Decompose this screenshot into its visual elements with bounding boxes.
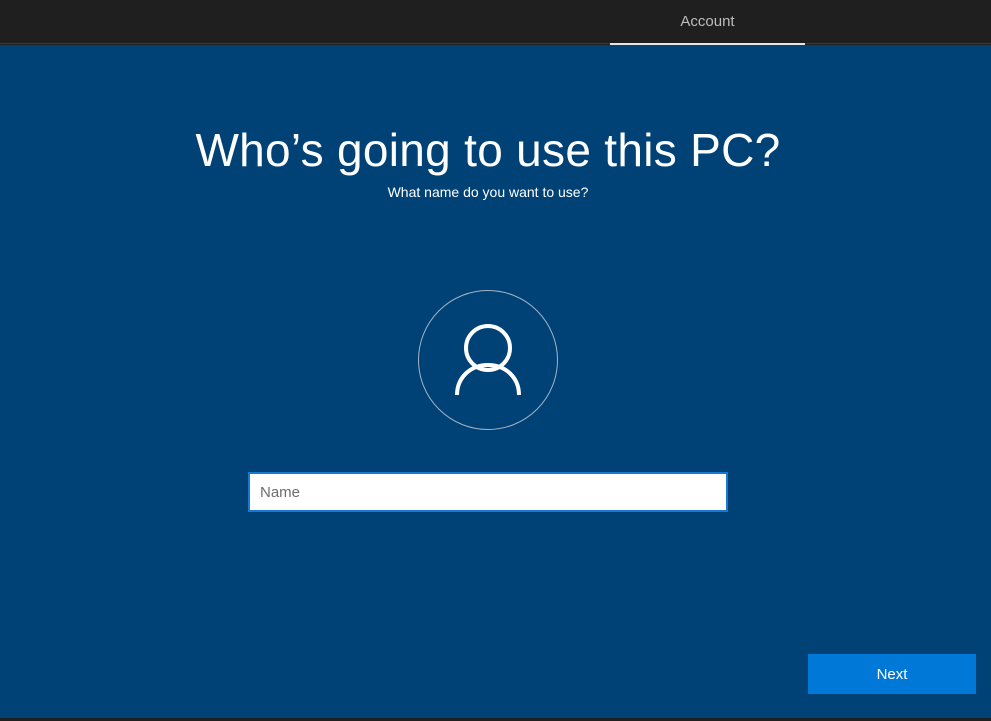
name-input[interactable] xyxy=(248,472,728,512)
top-bar: Account xyxy=(0,0,991,45)
user-icon xyxy=(455,324,521,396)
page-title: Who’s going to use this PC? xyxy=(195,124,781,176)
next-button[interactable]: Next xyxy=(808,654,976,694)
tab-account[interactable]: Account xyxy=(610,0,805,45)
avatar xyxy=(418,290,558,430)
page-subtitle: What name do you want to use? xyxy=(387,184,589,200)
oobe-account-panel: Who’s going to use this PC? What name do… xyxy=(0,45,991,718)
